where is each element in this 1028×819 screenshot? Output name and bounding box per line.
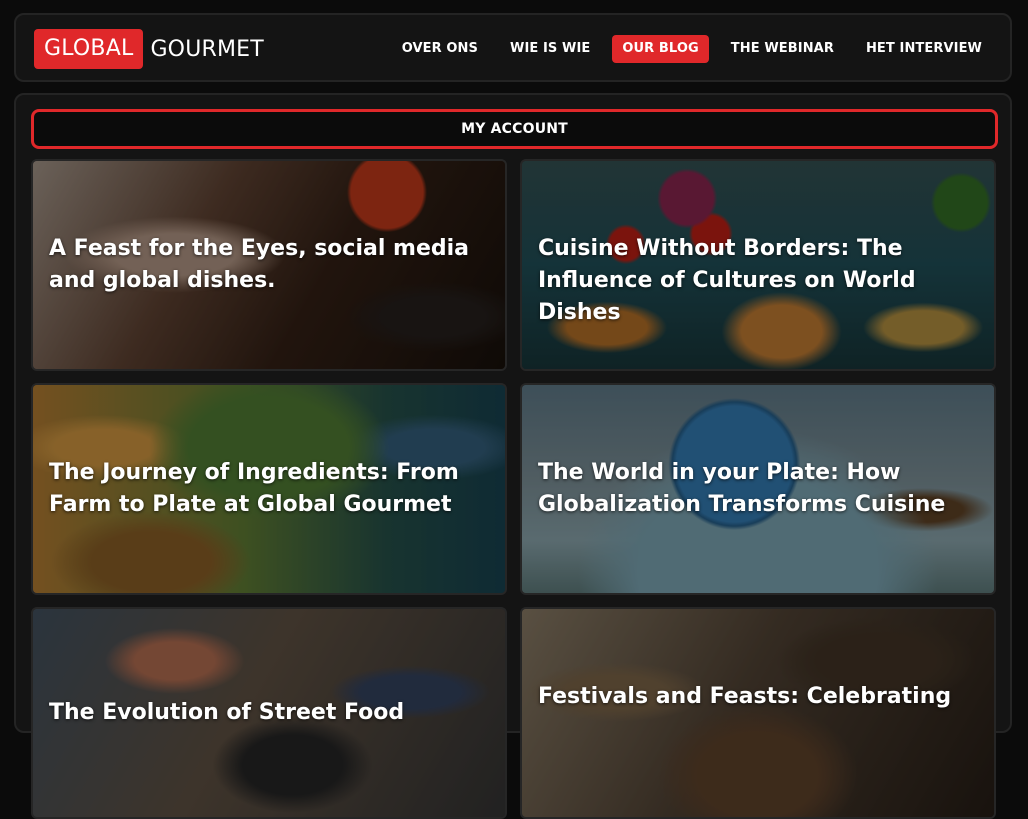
blog-card-title: Cuisine Without Borders: The Influence o…	[538, 236, 916, 325]
nav-item-over-ons[interactable]: OVER ONS	[392, 35, 488, 63]
blog-card-title: The Evolution of Street Food	[49, 700, 405, 725]
blog-content: MY ACCOUNT A Feast for the Eyes, social …	[14, 93, 1012, 819]
logo-gourmet-text: GOURMET	[150, 36, 264, 62]
nav-item-wie-is-wie[interactable]: WIE IS WIE	[500, 35, 600, 63]
site-logo[interactable]: GLOBAL GOURMET	[34, 29, 264, 69]
nav-item-our-blog[interactable]: OUR BLOG	[612, 35, 709, 63]
my-account-button[interactable]: MY ACCOUNT	[31, 109, 998, 149]
blog-card[interactable]: Festivals and Feasts: Celebrating	[520, 607, 996, 819]
main-nav: OVER ONS WIE IS WIE OUR BLOG THE WEBINAR…	[380, 35, 992, 63]
blog-card[interactable]: The World in your Plate: How Globalizati…	[520, 383, 996, 595]
blog-card-title: The World in your Plate: How Globalizati…	[538, 460, 946, 517]
site-header: GLOBAL GOURMET OVER ONS WIE IS WIE OUR B…	[14, 13, 1012, 82]
logo-global-text: GLOBAL	[34, 29, 144, 69]
blog-card[interactable]: The Evolution of Street Food	[31, 607, 507, 819]
nav-item-the-webinar[interactable]: THE WEBINAR	[721, 35, 844, 63]
nav-item-het-interview[interactable]: HET INTERVIEW	[856, 35, 992, 63]
blog-card-title: A Feast for the Eyes, social media and g…	[49, 236, 470, 293]
blog-card[interactable]: A Feast for the Eyes, social media and g…	[31, 159, 507, 371]
blog-card-title: Festivals and Feasts: Celebrating	[538, 684, 952, 709]
blog-card-title: The Journey of Ingredients: From Farm to…	[49, 460, 459, 517]
blog-card[interactable]: The Journey of Ingredients: From Farm to…	[31, 383, 507, 595]
blog-card[interactable]: Cuisine Without Borders: The Influence o…	[520, 159, 996, 371]
